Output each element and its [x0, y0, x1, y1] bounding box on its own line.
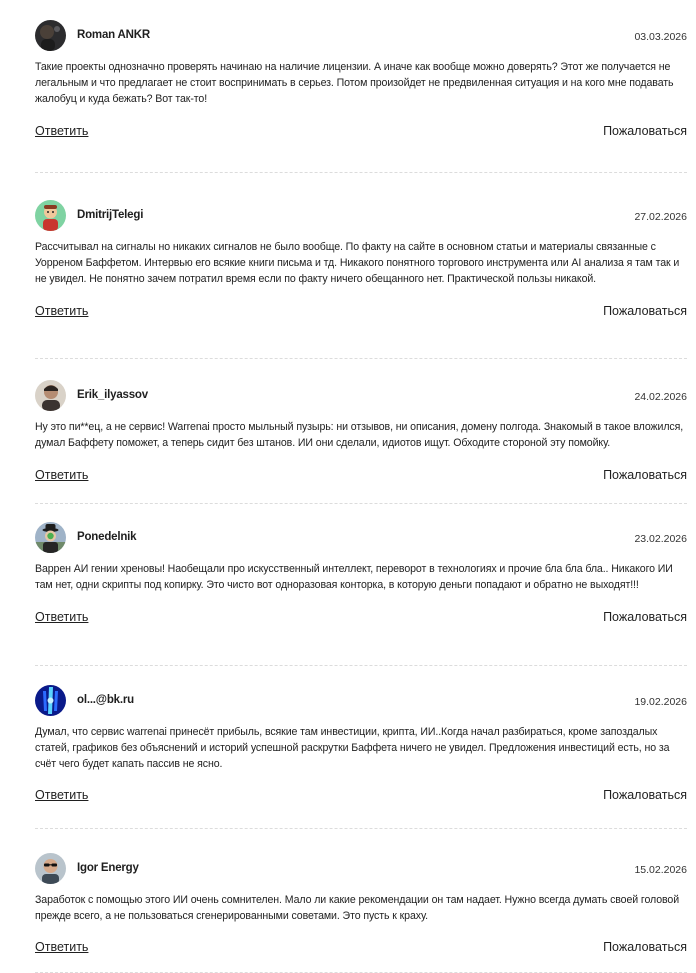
comment-header: DmitrijTelegi 27.02.2026: [35, 200, 687, 232]
comment-text: Ну это пи**ец, а не сервис! Warrenai про…: [35, 421, 684, 449]
comment-text: Рассчитывал на сигналы но никаких сигнал…: [35, 241, 680, 285]
comment-text: Варрен АИ гении хреновы! Наобещали про и…: [35, 563, 673, 591]
comment-actions: Ответить Пожаловаться: [35, 610, 687, 628]
comment-header: Erik_ilyassov 24.02.2026: [35, 380, 687, 412]
avatar: [35, 20, 66, 51]
comment-item: Ponedelnik 23.02.2026 Варрен АИ гении хр…: [35, 522, 687, 666]
person-photo-icon: [35, 380, 66, 411]
reply-link[interactable]: Ответить: [35, 940, 88, 954]
comment-date: 03.03.2026: [634, 31, 687, 43]
comment-text: Такие проекты однозначно проверять начин…: [35, 61, 674, 105]
comments-list: Roman ANKR 03.03.2026 Такие проекты одно…: [35, 20, 687, 973]
comment-author: ol...@bk.ru: [77, 694, 134, 706]
comment-text: Заработок с помощью этого ИИ очень сомни…: [35, 894, 680, 922]
comment-date: 15.02.2026: [634, 864, 687, 876]
person-sunglasses-photo-icon: [35, 853, 66, 884]
comment-date: 24.02.2026: [634, 391, 687, 403]
comment-header: Igor Energy 15.02.2026: [35, 853, 687, 885]
comment-header: Roman ANKR 03.03.2026: [35, 20, 687, 52]
cartoon-character-green-icon: [35, 200, 66, 231]
comment-author: Igor Energy: [77, 862, 139, 874]
person-dark-photo-icon: [35, 20, 66, 51]
comment-item: ol...@bk.ru 19.02.2026 Думал, что сервис…: [35, 685, 687, 829]
report-link[interactable]: Пожаловаться: [603, 124, 687, 138]
avatar: [35, 522, 66, 553]
report-link[interactable]: Пожаловаться: [603, 610, 687, 624]
comment-date: 23.02.2026: [634, 533, 687, 545]
comment-item: Roman ANKR 03.03.2026 Такие проекты одно…: [35, 20, 687, 173]
avatar: [35, 380, 66, 411]
avatar: [35, 685, 66, 716]
comment-item: Erik_ilyassov 24.02.2026 Ну это пи**ец, …: [35, 380, 687, 504]
comment-author: DmitrijTelegi: [77, 209, 144, 221]
comment-author: Roman ANKR: [77, 29, 150, 41]
report-link[interactable]: Пожаловаться: [603, 940, 687, 954]
avatar: [35, 853, 66, 884]
comment-author: Ponedelnik: [77, 531, 137, 543]
reply-link[interactable]: Ответить: [35, 788, 88, 802]
comment-date: 19.02.2026: [634, 696, 687, 708]
comment-item: Igor Energy 15.02.2026 Заработок с помощ…: [35, 853, 687, 973]
comment-item: DmitrijTelegi 27.02.2026 Рассчитывал на …: [35, 200, 687, 359]
comment-header: ol...@bk.ru 19.02.2026: [35, 685, 687, 717]
comment-text: Думал, что сервис warrenai принесёт приб…: [35, 726, 670, 770]
comment-actions: Ответить Пожаловаться: [35, 304, 687, 322]
bowler-hat-painting-icon: [35, 522, 66, 553]
report-link[interactable]: Пожаловаться: [603, 788, 687, 802]
comment-actions: Ответить Пожаловаться: [35, 788, 687, 806]
report-link[interactable]: Пожаловаться: [603, 304, 687, 318]
comment-actions: Ответить Пожаловаться: [35, 124, 687, 142]
comment-actions: Ответить Пожаловаться: [35, 940, 687, 958]
comment-actions: Ответить Пожаловаться: [35, 468, 687, 486]
avatar: [35, 200, 66, 231]
reply-link[interactable]: Ответить: [35, 468, 88, 482]
comment-author: Erik_ilyassov: [77, 389, 148, 401]
reply-link[interactable]: Ответить: [35, 610, 88, 624]
blue-abstract-icon: [35, 685, 66, 716]
comment-date: 27.02.2026: [634, 211, 687, 223]
report-link[interactable]: Пожаловаться: [603, 468, 687, 482]
reply-link[interactable]: Ответить: [35, 304, 88, 318]
reply-link[interactable]: Ответить: [35, 124, 88, 138]
comment-header: Ponedelnik 23.02.2026: [35, 522, 687, 554]
